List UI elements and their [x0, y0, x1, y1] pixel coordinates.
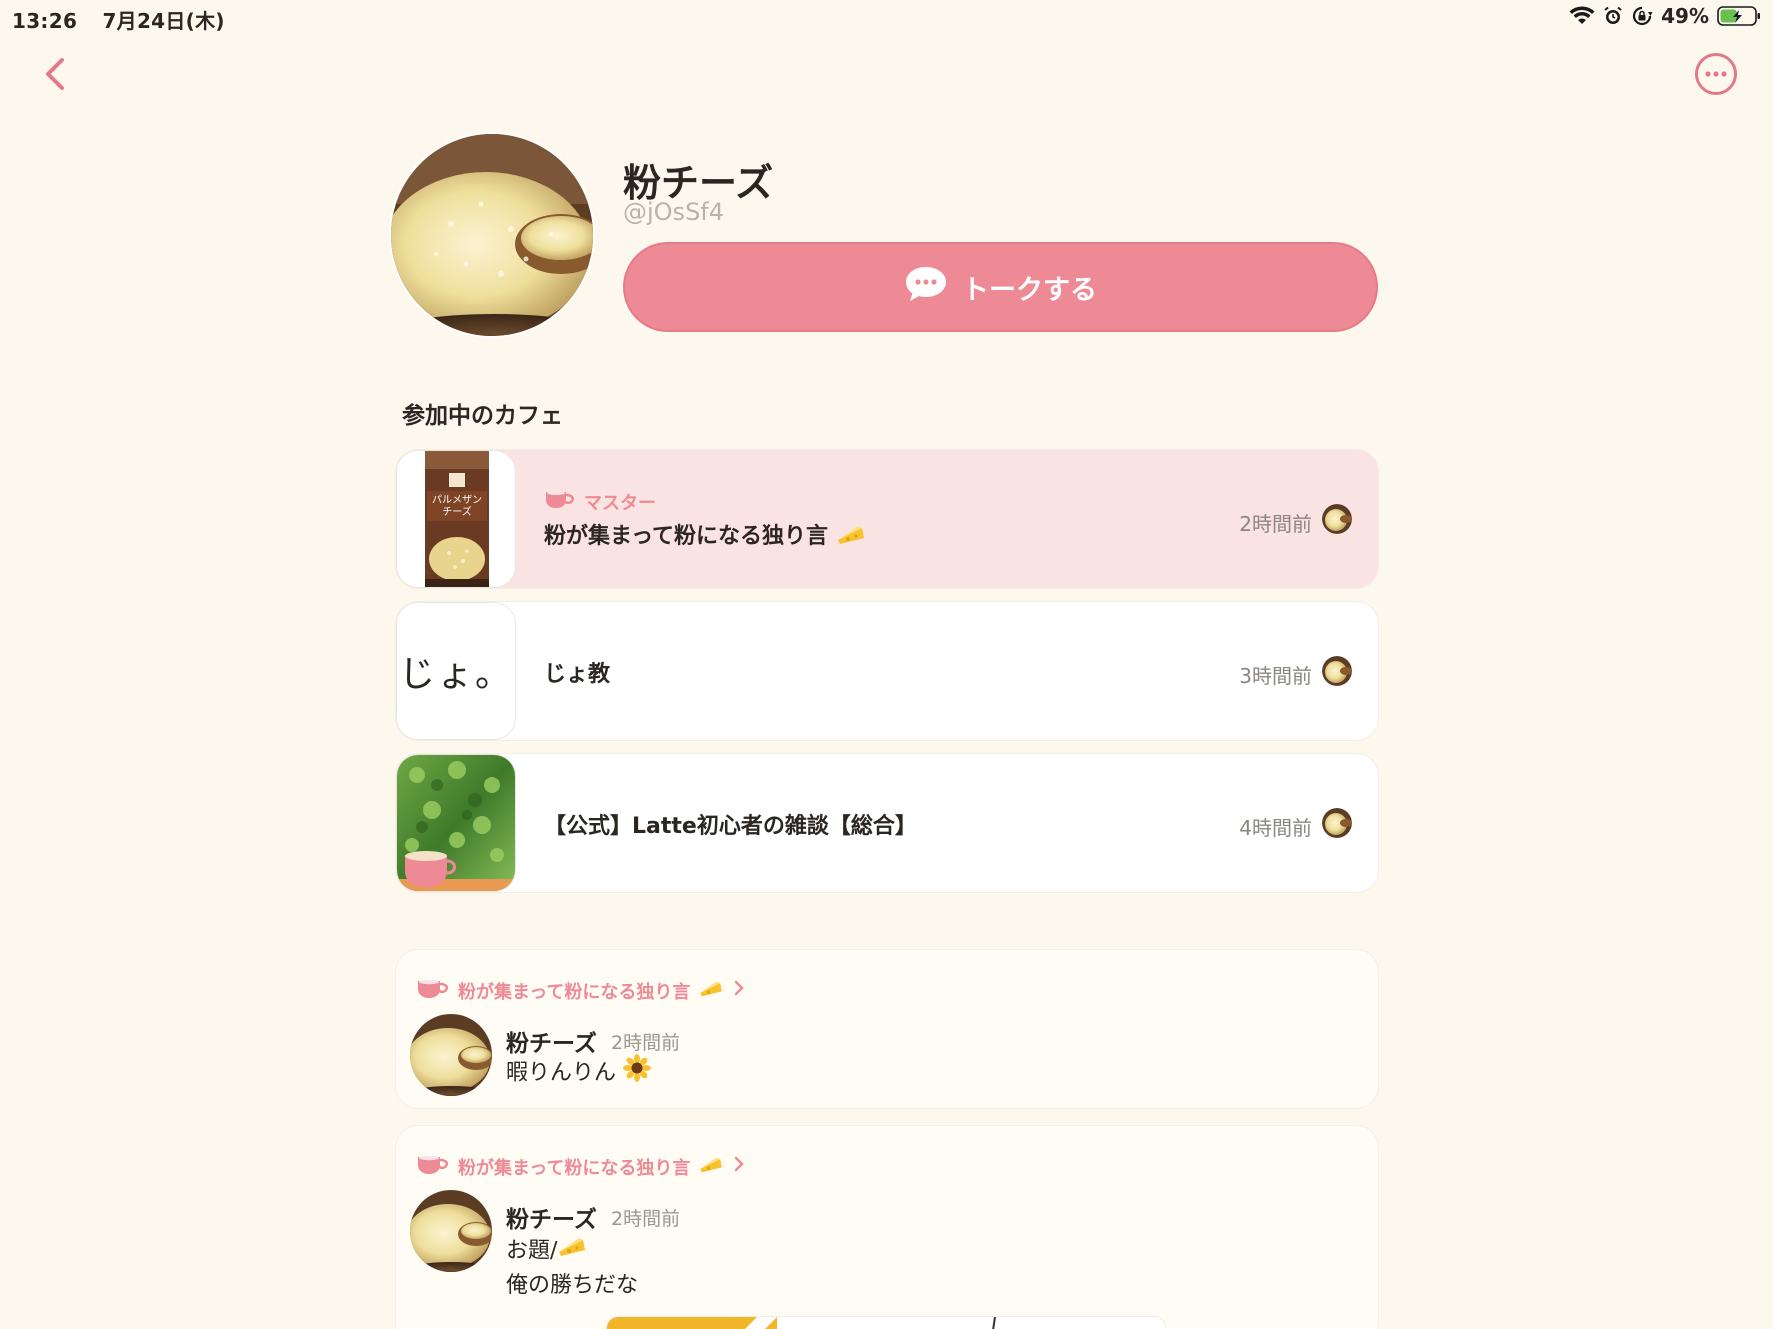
cup-icon — [416, 1152, 450, 1181]
cafe-row[interactable]: 【公式】Latte初心者の雑談【総合】 4時間前 — [396, 754, 1378, 892]
cheese-icon — [836, 522, 866, 552]
post-cafe-link[interactable]: 粉が集まって粉になる独り言 — [416, 1152, 746, 1181]
talk-button-label: トークする — [962, 274, 1097, 306]
post-author-name: 粉チーズ — [506, 1207, 597, 1233]
post-cafe-link[interactable]: 粉が集まって粉になる独り言 — [416, 976, 746, 1005]
member-avatar — [1322, 808, 1352, 838]
post-text: 暇りんりん — [506, 1054, 652, 1093]
cafe-name: じょ教 — [544, 662, 611, 687]
cafe-row[interactable]: じょ。 じょ教 3時間前 — [396, 602, 1378, 740]
alarm-icon — [1603, 6, 1623, 26]
status-time: 13:26 — [12, 9, 78, 33]
cup-icon — [544, 488, 576, 515]
post-time: 2時間前 — [611, 1032, 681, 1054]
chevron-right-icon — [732, 979, 746, 1002]
post-card[interactable]: 粉が集まって粉になる独り言 粉チーズ 2時間前 暇りんりん — [396, 950, 1378, 1108]
cafe-thumbnail: パルメザン チーズ — [396, 450, 516, 588]
talk-button[interactable]: トークする — [623, 242, 1378, 332]
post-author-avatar[interactable] — [410, 1014, 492, 1096]
master-label: マスター — [584, 492, 656, 514]
post-image-preview[interactable] — [606, 1316, 1166, 1329]
profile-page: 13:26 7月24日(木) 49% 粉チーズ @jOsSf4 トークする 参加… — [0, 0, 1773, 1329]
rotation-lock-icon — [1631, 6, 1653, 26]
svg-text:チーズ: チーズ — [442, 505, 472, 518]
sunflower-icon — [623, 1054, 652, 1093]
cafe-last-active: 3時間前 — [1239, 664, 1312, 688]
more-options-icon — [1694, 53, 1738, 100]
joined-cafes-title: 参加中のカフェ — [402, 403, 563, 429]
member-avatar — [1322, 656, 1352, 686]
wifi-icon — [1569, 6, 1595, 26]
back-button[interactable] — [38, 52, 74, 96]
cheese-icon — [698, 1154, 724, 1179]
cup-icon — [416, 976, 450, 1005]
cafe-thumbnail: じょ。 — [396, 602, 516, 740]
cheese-icon — [698, 978, 724, 1003]
chevron-right-icon — [732, 1155, 746, 1178]
cafe-name: 【公式】Latte初心者の雑談【総合】 — [544, 814, 917, 839]
member-avatar — [1322, 504, 1352, 534]
post-text: お題/ 俺の勝ちだな — [506, 1234, 638, 1303]
profile-handle: @jOsSf4 — [623, 198, 725, 226]
battery-percent: 49% — [1661, 4, 1709, 28]
status-date: 7月24日(木) — [102, 9, 225, 33]
cafe-row[interactable]: パルメザン チーズ マスター 粉が集まって粉になる独り言 2時間前 — [396, 450, 1378, 588]
more-options-button[interactable] — [1694, 52, 1738, 96]
cafe-last-active: 4時間前 — [1239, 816, 1312, 840]
post-time: 2時間前 — [611, 1208, 681, 1230]
status-bar: 13:26 7月24日(木) 49% — [0, 0, 1773, 36]
post-author-avatar[interactable] — [410, 1190, 492, 1272]
cafe-last-active: 2時間前 — [1239, 512, 1312, 536]
battery-icon — [1717, 5, 1761, 27]
chevron-left-icon — [38, 58, 74, 100]
cafe-name: 粉が集まって粉になる独り言 — [544, 518, 866, 552]
cheese-icon — [557, 1234, 587, 1269]
master-badge: マスター — [544, 488, 656, 515]
post-author-name: 粉チーズ — [506, 1031, 597, 1057]
cafe-thumbnail — [396, 754, 516, 892]
post-card[interactable]: 粉が集まって粉になる独り言 粉チーズ 2時間前 お題/ 俺の勝ちだな — [396, 1126, 1378, 1329]
chat-bubble-icon — [904, 264, 948, 311]
svg-text:パルメザン: パルメザン — [432, 494, 482, 506]
profile-avatar[interactable] — [389, 132, 595, 338]
